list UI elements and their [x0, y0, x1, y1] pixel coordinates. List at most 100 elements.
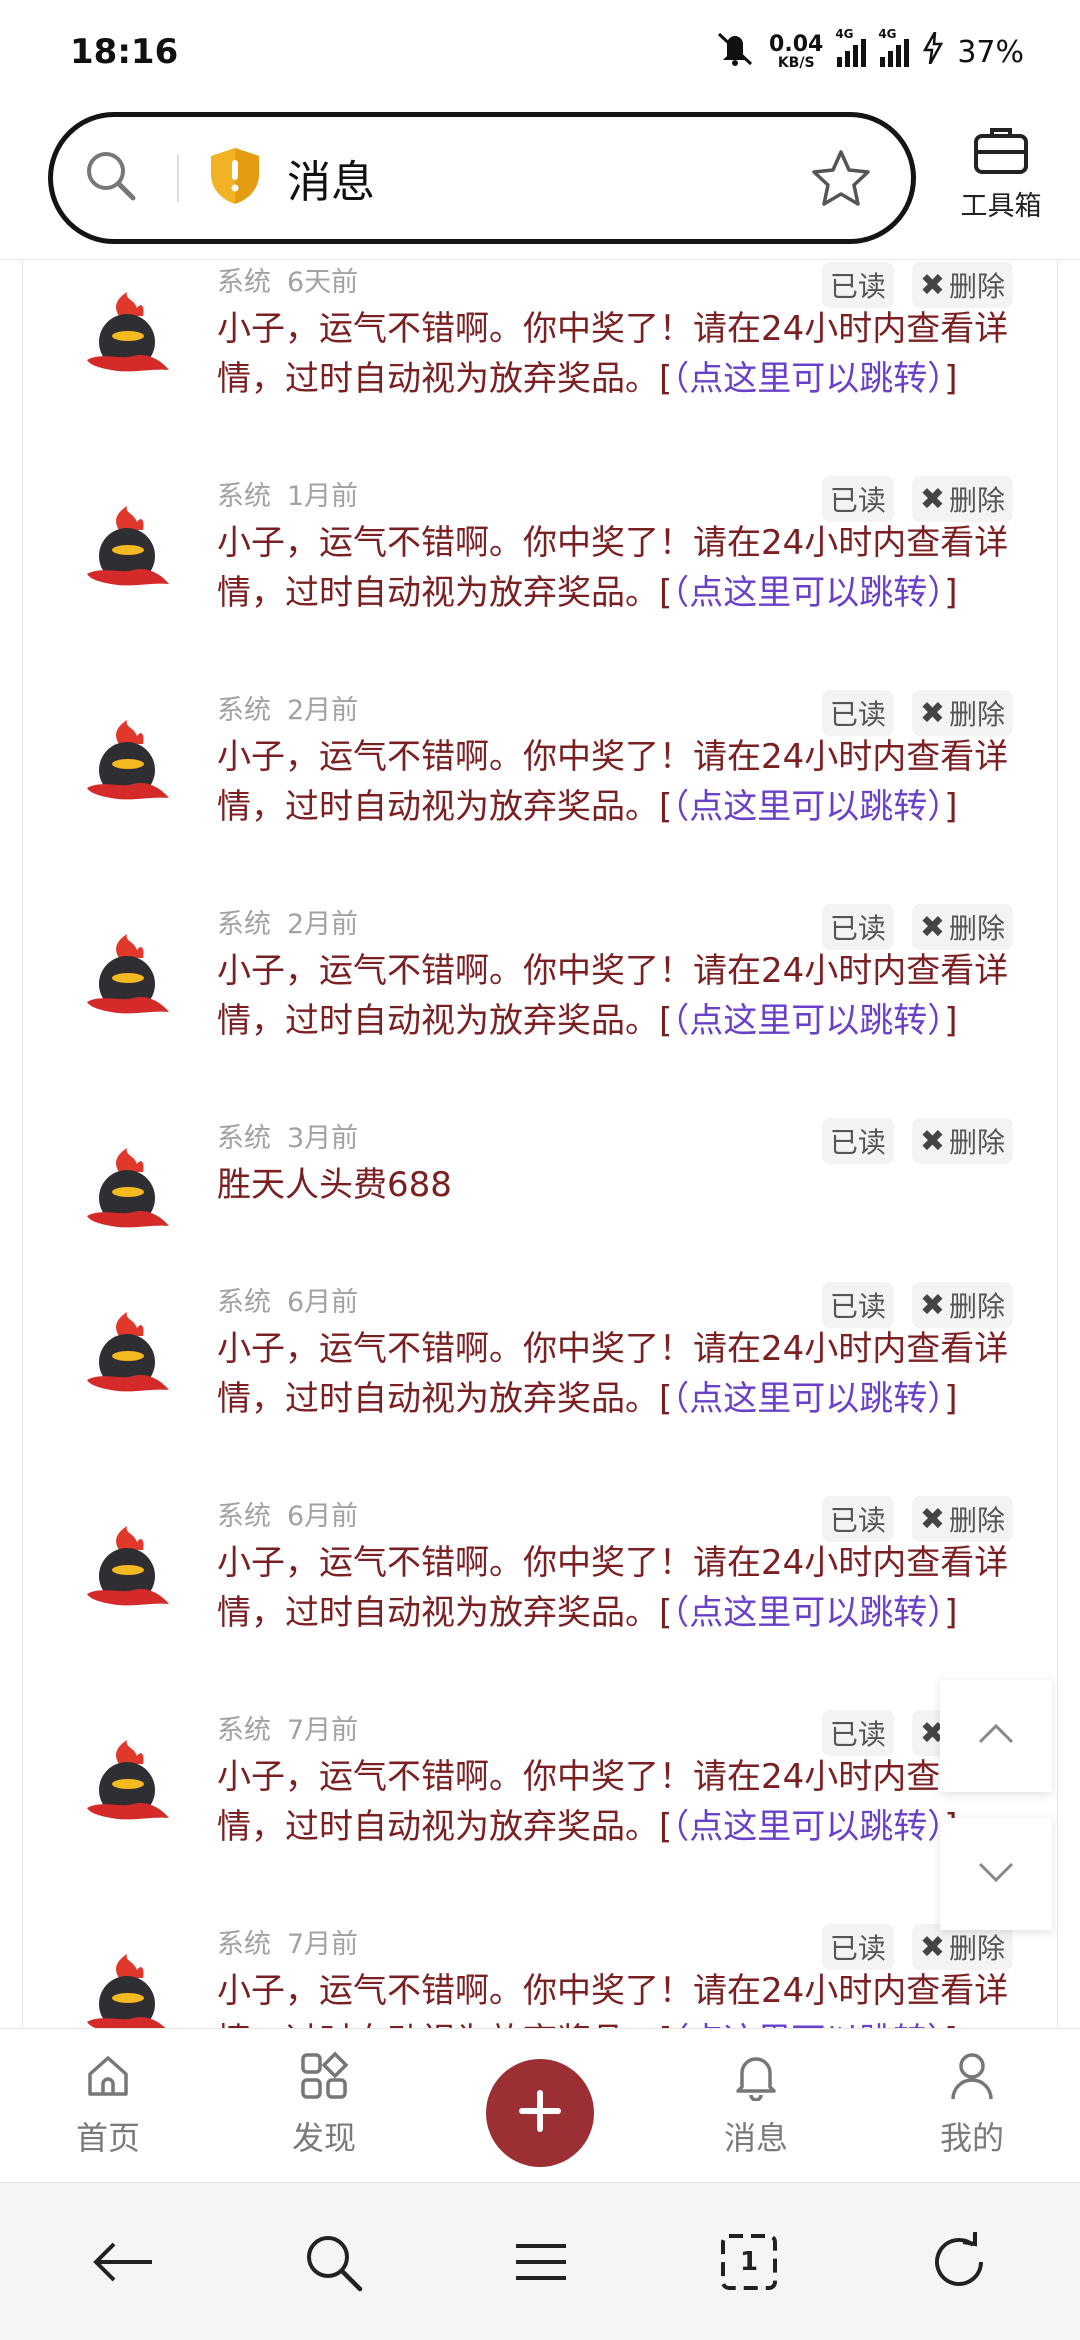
message-list[interactable]: 系统 6天前 已读 ✖ 删除 小子，运气不错啊。你中奖了！请在24小时内查看详情，过时自动… [22, 260, 1058, 2028]
menu-icon[interactable] [506, 2227, 576, 2297]
mark-read-button[interactable]: 已读 [821, 1496, 894, 1542]
system-avatar-icon [81, 718, 173, 810]
mark-read-button[interactable]: 已读 [821, 476, 894, 522]
refresh-icon[interactable] [924, 2227, 994, 2297]
message-source: 系统 [217, 1123, 271, 1154]
message-body: 胜天人头费688 [217, 1160, 1017, 1210]
message-source: 系统 [217, 267, 271, 298]
jump-link[interactable]: （点这里可以跳转） [672, 2021, 944, 2028]
message-meta: 系统 6月前 [217, 1280, 358, 1319]
toolbox-button[interactable]: 工具箱 [946, 124, 1056, 223]
message-source: 系统 [217, 1929, 271, 1960]
message-meta: 系统 2月前 [217, 902, 358, 941]
delete-button[interactable]: ✖删除 [911, 476, 1013, 522]
mark-read-button[interactable]: 已读 [821, 1924, 894, 1970]
message-tail: ] [944, 1379, 958, 1419]
address-bar[interactable]: 消息 [48, 112, 916, 244]
message-body: 小子，运气不错啊。你中奖了！请在24小时内查看详情，过时自动视为放弃奖品。[（点… [217, 1324, 1017, 1424]
delete-label: 删除 [948, 698, 1005, 731]
tab-messages[interactable]: 消息 [686, 2047, 826, 2159]
tab-messages-label: 消息 [723, 2119, 788, 2157]
message-source: 系统 [217, 1287, 271, 1318]
jump-link[interactable]: （点这里可以跳转） [672, 1593, 944, 1633]
delete-label: 删除 [948, 1504, 1005, 1537]
message-text: 胜天人头费688 [217, 1165, 452, 1205]
charging-icon [923, 31, 944, 72]
message-time: 7月前 [287, 1929, 359, 1960]
search-icon[interactable] [81, 146, 141, 210]
message-tail: ] [944, 573, 958, 613]
delete-button[interactable]: ✖删除 [911, 1118, 1013, 1164]
mark-read-button[interactable]: 已读 [821, 904, 894, 950]
tab-home[interactable]: 首页 [38, 2047, 178, 2159]
tab-discover[interactable]: 发现 [254, 2047, 394, 2159]
tab-mine[interactable]: 我的 [902, 2047, 1042, 2159]
home-icon [84, 2047, 132, 2105]
signal-icon-2: 4G [878, 27, 910, 67]
delete-button[interactable]: ✖删除 [911, 904, 1013, 950]
message-meta: 系统 2月前 [217, 688, 358, 727]
message-meta: 系统 7月前 [217, 1922, 358, 1961]
back-arrow-icon[interactable] [88, 2227, 158, 2297]
message-tail: ] [944, 1593, 958, 1633]
message-time: 6天前 [287, 267, 359, 298]
delete-label: 删除 [948, 270, 1005, 303]
message-tail: ] [944, 787, 958, 827]
message-time: 6月前 [287, 1501, 359, 1532]
message-tail: ] [944, 359, 958, 399]
tabs-icon[interactable]: 1 [714, 2227, 784, 2297]
plus-icon [518, 2089, 562, 2137]
system-avatar-icon [81, 1952, 173, 2028]
mark-read-button[interactable]: 已读 [821, 1710, 894, 1756]
scroll-up-button[interactable] [940, 1680, 1052, 1792]
bookmark-star-icon[interactable] [809, 147, 873, 215]
jump-link[interactable]: （点这里可以跳转） [672, 573, 944, 613]
message-actions: 已读 ✖删除 [821, 690, 1013, 736]
message-meta: 系统 6天前 [217, 260, 358, 299]
jump-link[interactable]: （点这里可以跳转） [672, 1001, 944, 1041]
message-time: 3月前 [287, 1123, 359, 1154]
mark-read-button[interactable]: 已读 [821, 1282, 894, 1328]
message-meta: 系统 6月前 [217, 1494, 358, 1533]
message-source: 系统 [217, 481, 271, 512]
message-body: 小子，运气不错啊。你中奖了！请在24小时内查看详情，过时自动视为放弃奖品。[（点… [217, 518, 1017, 618]
security-shield-icon[interactable] [209, 146, 261, 210]
browser-search-icon[interactable] [298, 2227, 368, 2297]
message-body: 小子，运气不错啊。你中奖了！请在24小时内查看详情，过时自动视为放弃奖品。[（点… [217, 1966, 1017, 2028]
status-indicators: 0.04 KB/S 4G 4G 37% [715, 27, 1024, 74]
message-body: 小子，运气不错啊。你中奖了！请在24小时内查看详情，过时自动视为放弃奖品。[（点… [217, 1752, 1017, 1852]
toolbox-label: 工具箱 [960, 191, 1042, 222]
jump-link[interactable]: （点这里可以跳转） [672, 787, 944, 827]
signal-icon: 4G [835, 27, 867, 67]
jump-link[interactable]: （点这里可以跳转） [672, 1379, 944, 1419]
message-actions: 已读 ✖删除 [821, 1924, 1013, 1970]
chevron-up-icon [976, 1722, 1016, 1750]
message-source: 系统 [217, 1715, 271, 1746]
create-post-button[interactable] [486, 2059, 594, 2167]
message-actions: 已读 ✖删除 [821, 1118, 1013, 1164]
message-body: 小子，运气不错啊。你中奖了！请在24小时内查看详情，过时自动视为放弃奖品。[（点… [217, 946, 1017, 1046]
tab-discover-label: 发现 [291, 2119, 356, 2157]
delete-button[interactable]: ✖删除 [911, 690, 1013, 736]
message-actions: 已读 ✖删除 [821, 1496, 1013, 1542]
message-text: 小子，运气不错啊。你中奖了！请在24小时内查看详情，过时自动视为放弃奖品。[ [217, 1971, 1009, 2028]
message-source: 系统 [217, 1501, 271, 1532]
delete-button[interactable]: ✖删除 [911, 1924, 1013, 1970]
delete-button[interactable]: ✖删除 [911, 1282, 1013, 1328]
mute-icon [715, 30, 755, 74]
scroll-down-button[interactable] [940, 1818, 1052, 1930]
delete-button[interactable]: ✖删除 [911, 1496, 1013, 1542]
jump-link[interactable]: （点这里可以跳转） [672, 359, 944, 399]
jump-link[interactable]: （点这里可以跳转） [672, 1807, 944, 1847]
mark-read-button[interactable]: 已读 [821, 262, 894, 308]
mark-read-button[interactable]: 已读 [821, 1118, 894, 1164]
system-avatar-icon [81, 1310, 173, 1402]
tab-mine-label: 我的 [939, 2119, 1004, 2157]
mark-read-button[interactable]: 已读 [821, 690, 894, 736]
delete-button[interactable]: ✖删除 [911, 262, 1013, 308]
system-avatar-icon [81, 932, 173, 1024]
delete-label: 删除 [948, 1290, 1005, 1323]
system-avatar-icon [81, 1738, 173, 1830]
header: 消息 工具箱 [0, 104, 1080, 260]
bell-icon [733, 2047, 779, 2105]
